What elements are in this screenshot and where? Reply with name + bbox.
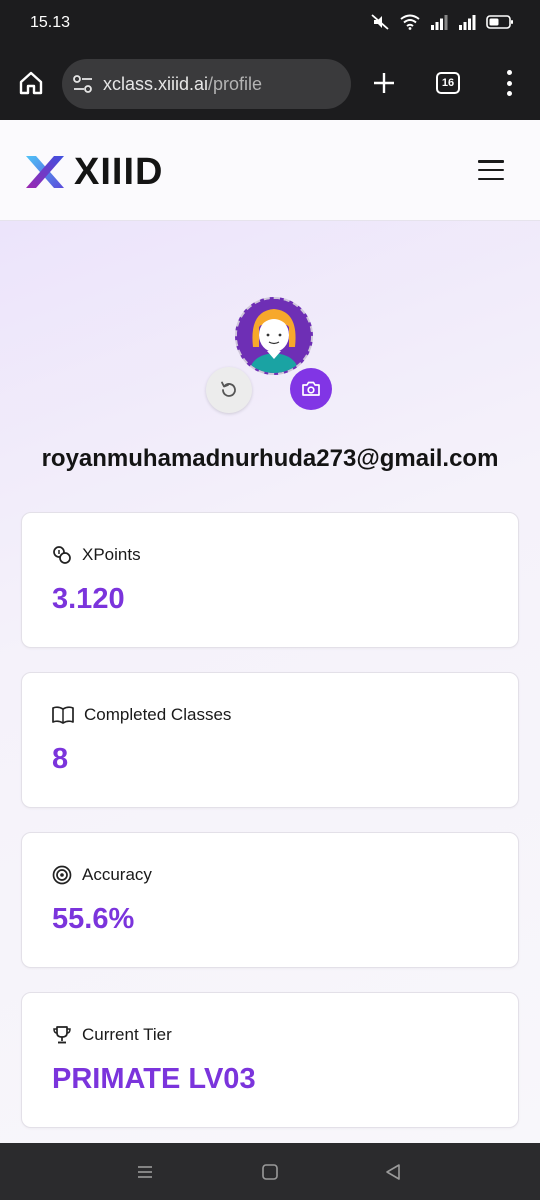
hamburger-line xyxy=(478,168,504,172)
stat-card-accuracy: Accuracy 55.6% xyxy=(21,832,519,968)
avatar-illustration xyxy=(237,299,311,373)
back-button[interactable] xyxy=(382,1161,404,1183)
stat-value: PRIMATE LV03 xyxy=(52,1063,256,1095)
new-tab-button[interactable] xyxy=(368,67,400,99)
status-bar: 15.13 xyxy=(0,0,540,46)
url-path: /profile xyxy=(208,74,263,94)
wifi-icon xyxy=(400,14,420,30)
site-logo[interactable]: XIIID xyxy=(24,153,163,191)
back-icon xyxy=(386,1164,400,1180)
recents-icon xyxy=(138,1166,152,1178)
hamburger-menu-button[interactable] xyxy=(478,160,504,180)
avatar xyxy=(235,297,313,375)
plus-icon xyxy=(374,73,394,93)
stat-card-xpoints: XPoints 3.120 xyxy=(21,512,519,648)
stat-value: 3.120 xyxy=(52,583,125,615)
browser-menu-button[interactable] xyxy=(502,68,516,98)
stat-value: 8 xyxy=(52,743,69,775)
trophy-icon xyxy=(53,1026,71,1044)
stat-label: Completed Classes xyxy=(84,705,232,724)
camera-icon xyxy=(302,381,320,396)
signal-icon xyxy=(459,15,476,30)
home-nav-button[interactable] xyxy=(259,1161,281,1183)
system-nav-bar xyxy=(0,1143,540,1200)
address-bar[interactable]: xclass.xiiid.ai/profile xyxy=(62,59,351,109)
site-header: XIIID xyxy=(0,120,540,221)
more-dot xyxy=(506,91,512,96)
stat-label: Accuracy xyxy=(82,865,152,884)
stat-label-row: Current Tier xyxy=(52,1025,172,1045)
more-dot xyxy=(506,80,512,86)
status-icons xyxy=(370,13,514,31)
hamburger-line xyxy=(478,160,504,163)
signal-icon xyxy=(431,15,448,30)
url-text: xclass.xiiid.ai/profile xyxy=(103,74,262,95)
change-photo-button[interactable] xyxy=(290,368,332,410)
target-icon xyxy=(52,865,72,885)
stat-label-row: Accuracy xyxy=(52,865,152,885)
browser-toolbar: xclass.xiiid.ai/profile 16 xyxy=(0,46,540,120)
stat-label-row: Completed Classes xyxy=(52,705,231,725)
recents-button[interactable] xyxy=(134,1161,156,1183)
reset-avatar-button[interactable] xyxy=(206,367,252,413)
url-host: xclass.xiiid.ai xyxy=(103,74,209,94)
battery-icon xyxy=(486,15,513,29)
status-time: 15.13 xyxy=(30,14,71,31)
profile-email: royanmuhamadnurhuda273@gmail.com xyxy=(41,445,499,472)
stat-label: XPoints xyxy=(82,545,141,564)
coins-icon xyxy=(53,546,71,564)
mute-icon xyxy=(371,14,389,30)
book-icon xyxy=(52,706,74,724)
stat-card-current-tier: Current Tier PRIMATE LV03 xyxy=(21,992,519,1128)
refresh-icon xyxy=(221,381,236,397)
site-settings-icon[interactable] xyxy=(72,74,94,94)
xiiid-logo-mark xyxy=(26,156,64,188)
home-icon xyxy=(19,71,43,95)
profile-page: royanmuhamadnurhuda273@gmail.com XPoints… xyxy=(0,221,540,1143)
stat-value: 55.6% xyxy=(52,903,135,935)
stat-label: Current Tier xyxy=(82,1025,172,1044)
square-home-icon xyxy=(262,1164,278,1180)
stat-label-row: XPoints xyxy=(52,545,141,565)
logo-text: XIIID xyxy=(74,151,164,193)
tab-switcher-button[interactable]: 16 xyxy=(436,72,460,94)
stat-card-completed-classes: Completed Classes 8 xyxy=(21,672,519,808)
home-button[interactable] xyxy=(14,66,48,100)
hamburger-line xyxy=(478,177,504,180)
more-dot xyxy=(506,70,512,75)
